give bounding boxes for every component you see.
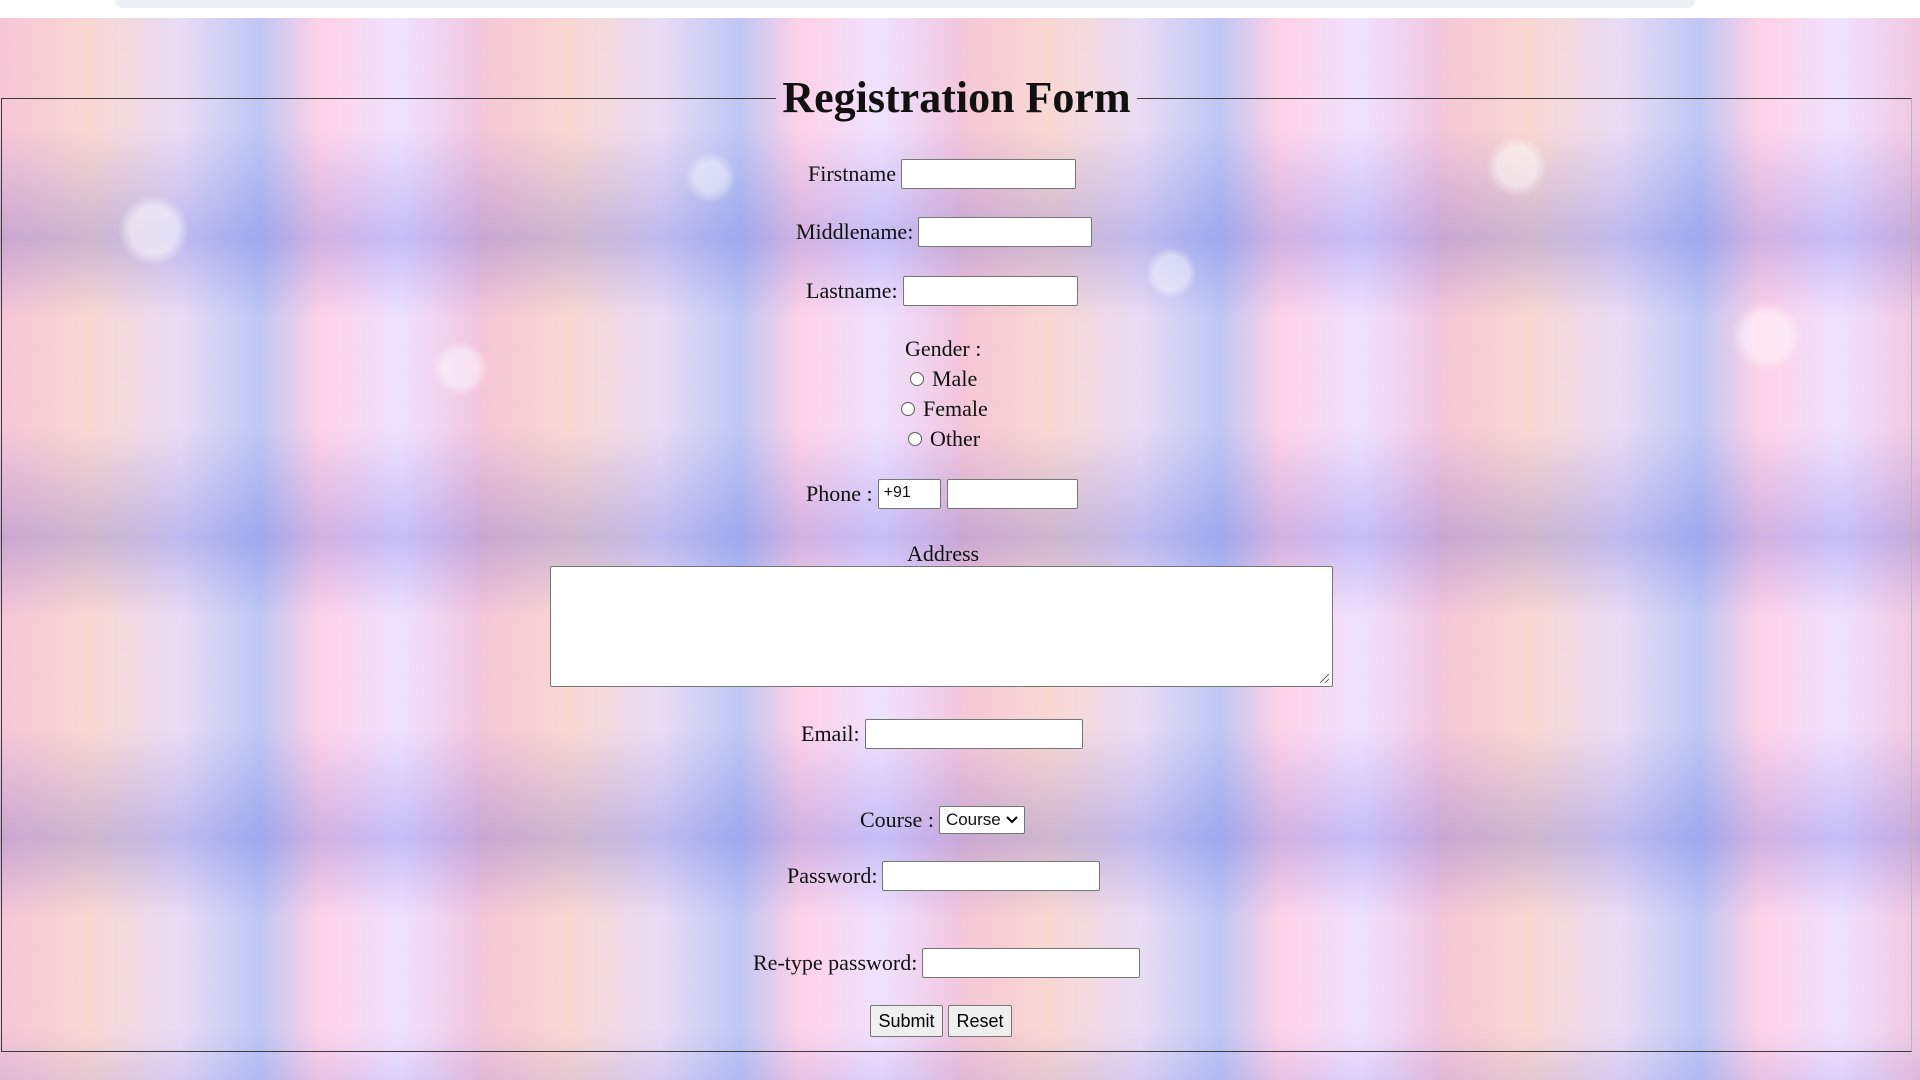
radio-female[interactable] bbox=[901, 402, 915, 416]
scroll-indicator bbox=[115, 0, 1695, 8]
password-input[interactable] bbox=[882, 861, 1101, 891]
resize-handle-icon[interactable] bbox=[1320, 674, 1329, 683]
gender-male-label: Male bbox=[932, 366, 978, 391]
radio-male[interactable] bbox=[910, 372, 924, 386]
lastname-label: Lastname: bbox=[806, 278, 898, 303]
gender-option-male[interactable]: Male bbox=[910, 366, 977, 392]
phone-number-input[interactable] bbox=[946, 479, 1078, 509]
password-row: Password: bbox=[787, 861, 1101, 891]
email-row: Email: bbox=[801, 719, 1083, 749]
gender-option-female[interactable]: Female bbox=[901, 396, 988, 422]
middlename-input[interactable] bbox=[918, 217, 1093, 247]
firstname-row: Firstname bbox=[808, 159, 1076, 189]
gender-option-other[interactable]: Other bbox=[908, 426, 980, 452]
retype-password-label: Re-type password: bbox=[753, 950, 918, 975]
form-actions: Submit Reset bbox=[870, 1005, 1012, 1037]
gender-row: Gender : bbox=[905, 336, 981, 362]
reset-button[interactable]: Reset bbox=[948, 1005, 1012, 1037]
submit-button[interactable]: Submit bbox=[870, 1005, 943, 1037]
gender-label: Gender : bbox=[905, 336, 982, 361]
gender-other-label: Other bbox=[930, 426, 981, 451]
address-textarea[interactable] bbox=[550, 566, 1333, 687]
address-label: Address bbox=[907, 541, 980, 566]
email-input[interactable] bbox=[864, 719, 1083, 749]
retype-password-input[interactable] bbox=[922, 948, 1141, 978]
chevron-down-icon bbox=[1006, 816, 1018, 824]
phone-label: Phone : bbox=[806, 481, 873, 506]
address-row: Address bbox=[907, 541, 979, 567]
browser-top-strip bbox=[0, 0, 1920, 18]
password-label: Password: bbox=[787, 863, 878, 888]
lastname-input[interactable] bbox=[902, 276, 1078, 306]
radio-other[interactable] bbox=[908, 432, 922, 446]
firstname-label: Firstname bbox=[808, 161, 896, 186]
course-select[interactable]: Course bbox=[938, 806, 1025, 834]
phone-row: Phone : +91 bbox=[806, 479, 1078, 509]
middlename-label: Middlename: bbox=[796, 219, 914, 244]
course-select-value: Course bbox=[945, 810, 1001, 829]
form-title: Registration Form bbox=[782, 73, 1131, 122]
course-label: Course : bbox=[860, 807, 934, 832]
firstname-input[interactable] bbox=[901, 159, 1076, 189]
email-label: Email: bbox=[801, 721, 860, 746]
lastname-row: Lastname: bbox=[806, 276, 1078, 306]
course-row: Course : Course bbox=[860, 806, 1025, 834]
retype-password-row: Re-type password: bbox=[753, 948, 1141, 978]
phone-code-input[interactable]: +91 bbox=[877, 479, 941, 509]
middlename-row: Middlename: bbox=[796, 217, 1093, 247]
gender-female-label: Female bbox=[923, 396, 988, 421]
